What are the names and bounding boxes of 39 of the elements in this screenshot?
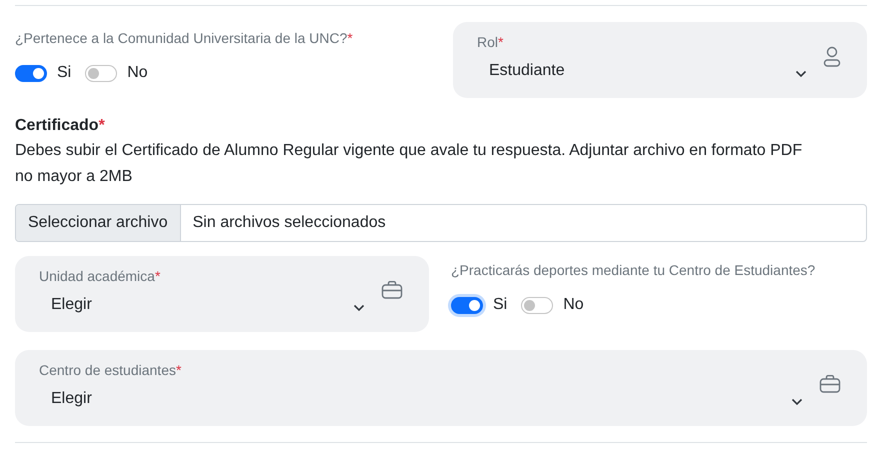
toggle-switch[interactable]: [451, 296, 483, 314]
required-mark: *: [98, 116, 105, 136]
switch-knob[interactable]: [88, 68, 100, 78]
switch-knob[interactable]: [524, 300, 536, 310]
toggle-label: Si: [493, 295, 508, 315]
chevron-icon: [795, 70, 807, 78]
toggle-label: No: [127, 63, 148, 83]
chevron-icon: [791, 398, 803, 406]
toggle-label: Si: [57, 63, 72, 83]
toggle-switch[interactable]: [15, 64, 47, 82]
switch-knob[interactable]: [469, 300, 480, 310]
description-text: Debes subir el Certificado de Alumno Regular vigente que avale tu respuesta. Adjuntar archivo en formato PDF no mayor a 2MB: [15, 141, 804, 187]
toggle-label: No: [563, 295, 584, 315]
person-icon: [823, 46, 841, 68]
question-label: ¿Pertenece a la Comunidad Universitaria de la UNC?: [15, 29, 348, 48]
file-input[interactable]: Seleccionar archivo Sin archivos seleccionados: [15, 204, 867, 242]
required-mark: *: [347, 29, 353, 48]
toggle-switch[interactable]: [85, 64, 118, 82]
required-mark: *: [498, 33, 504, 52]
question-label: ¿Practicarás deportes mediante tu Centro de Estudiantes?: [451, 261, 816, 280]
select-value: Estudiante: [489, 61, 566, 81]
select-field[interactable]: Rol* Estudiante: [453, 22, 867, 98]
field-label: Unidad académica: [39, 267, 155, 286]
field-label: Centro de estudiantes: [39, 361, 176, 380]
switch-knob[interactable]: [33, 68, 44, 78]
select-value: Elegir: [51, 295, 93, 315]
required-mark: *: [154, 267, 160, 286]
toggle-switch[interactable]: [521, 296, 554, 314]
select-value: Elegir: [51, 389, 93, 409]
select-field[interactable]: Centro de estudiantes* Elegir: [15, 350, 867, 426]
file-status: Sin archivos seleccionados: [192, 213, 387, 233]
field-label: Rol: [477, 33, 498, 52]
briefcase-icon: [819, 374, 841, 394]
chevron-icon: [353, 304, 365, 312]
required-mark: *: [176, 361, 182, 380]
briefcase-icon: [381, 280, 403, 300]
choose-file-button[interactable]: Seleccionar archivo: [16, 205, 181, 241]
section-title: Certificado: [15, 116, 99, 136]
select-field[interactable]: Unidad académica* Elegir: [15, 256, 429, 332]
